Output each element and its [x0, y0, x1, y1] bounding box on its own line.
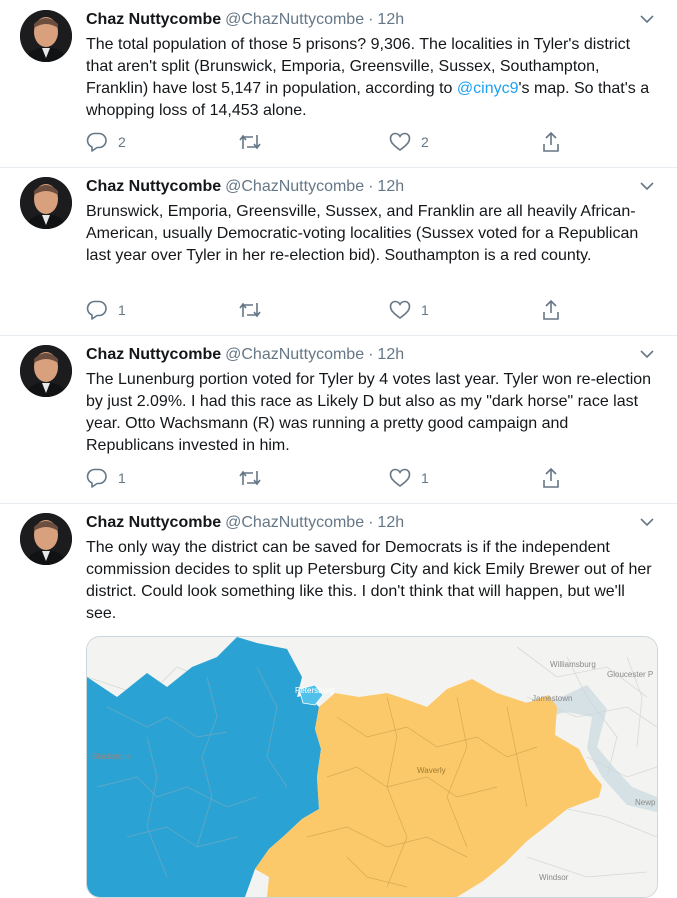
like-icon	[389, 300, 411, 319]
timestamp[interactable]: 12h	[377, 11, 404, 28]
timestamp[interactable]: 12h	[377, 346, 404, 363]
like-icon	[389, 468, 411, 487]
mention-link[interactable]: @cinyc9	[457, 80, 519, 97]
author-handle[interactable]: @ChazNuttycombe	[225, 178, 364, 195]
map-image[interactable]: Williamsburg Gloucester P Jamestown Blac…	[86, 636, 658, 898]
share-button[interactable]	[541, 130, 561, 154]
district-map: Williamsburg Gloucester P Jamestown Blac…	[87, 637, 657, 897]
like-count: 1	[421, 302, 429, 318]
share-icon	[543, 299, 559, 320]
caret-down-icon[interactable]	[637, 513, 657, 531]
tweet-text: Brunswick, Emporia, Greensville, Sussex,…	[86, 203, 639, 264]
separator-dot: ·	[368, 346, 374, 363]
reply-icon	[86, 132, 107, 152]
author-name[interactable]: Chaz Nuttycombe	[86, 514, 221, 531]
tweet-header: Chaz Nuttycombe @ChazNuttycombe · 12h	[86, 513, 404, 533]
caret-down-icon[interactable]	[637, 345, 657, 363]
action-bar: 1 1	[86, 298, 566, 322]
like-count: 1	[421, 470, 429, 486]
map-label-petersburg: Petersburg	[295, 686, 334, 695]
like-button[interactable]: 2	[389, 130, 429, 154]
reply-icon	[86, 468, 107, 488]
tweet-text: The Lunenburg portion voted for Tyler by…	[86, 371, 652, 454]
avatar[interactable]	[20, 513, 72, 565]
like-button[interactable]: 1	[389, 466, 429, 490]
reply-icon	[86, 300, 107, 320]
timestamp[interactable]: 12h	[377, 178, 404, 195]
share-button[interactable]	[541, 298, 561, 322]
separator-dot: ·	[368, 178, 374, 195]
like-icon	[389, 132, 411, 151]
author-handle[interactable]: @ChazNuttycombe	[225, 514, 364, 531]
map-label-waverly: Waverly	[417, 766, 446, 775]
share-button[interactable]	[541, 466, 561, 490]
reply-count: 1	[118, 302, 126, 318]
author-handle[interactable]: @ChazNuttycombe	[225, 346, 364, 363]
like-button[interactable]: 1	[389, 298, 429, 322]
avatar[interactable]	[20, 10, 72, 62]
reply-button[interactable]: 1	[86, 466, 126, 490]
author-name[interactable]: Chaz Nuttycombe	[86, 346, 221, 363]
tweet[interactable]: Chaz Nuttycombe @ChazNuttycombe · 12h Bruns…	[0, 167, 677, 336]
avatar[interactable]	[20, 345, 72, 397]
avatar[interactable]	[20, 177, 72, 229]
map-label-gloucester: Gloucester P	[607, 670, 653, 679]
timestamp[interactable]: 12h	[377, 514, 404, 531]
reply-count: 1	[118, 470, 126, 486]
tweet-header: Chaz Nuttycombe @ChazNuttycombe · 12h	[86, 10, 404, 30]
share-icon	[543, 467, 559, 488]
reply-button[interactable]: 1	[86, 298, 126, 322]
map-label-blackstone: Blackstone	[92, 752, 132, 761]
retweet-icon	[239, 302, 261, 318]
retweet-icon	[239, 470, 261, 486]
caret-down-icon[interactable]	[637, 177, 657, 195]
map-label-newport: Newp	[635, 798, 656, 807]
tweet-text: The only way the district can be saved f…	[86, 539, 652, 622]
tweet-text: The total population of those 5 prisons?…	[86, 34, 656, 122]
author-name[interactable]: Chaz Nuttycombe	[86, 11, 221, 28]
tweet-header: Chaz Nuttycombe @ChazNuttycombe · 12h	[86, 345, 404, 365]
share-icon	[543, 131, 559, 152]
separator-dot: ·	[368, 514, 374, 531]
retweet-button[interactable]	[238, 298, 272, 322]
separator-dot: ·	[368, 11, 374, 28]
tweet[interactable]: Chaz Nuttycombe @ChazNuttycombe · 12h The t…	[0, 0, 677, 168]
author-name[interactable]: Chaz Nuttycombe	[86, 178, 221, 195]
tweet[interactable]: Chaz Nuttycombe @ChazNuttycombe · 12h The L…	[0, 335, 677, 504]
map-label-windsor: Windsor	[539, 873, 569, 882]
retweet-button[interactable]	[238, 466, 272, 490]
retweet-icon	[239, 134, 261, 150]
action-bar: 1 1	[86, 466, 566, 490]
tweet-header: Chaz Nuttycombe @ChazNuttycombe · 12h	[86, 177, 404, 197]
caret-down-icon[interactable]	[637, 10, 657, 28]
map-label-williamsburg: Williamsburg	[550, 660, 596, 669]
reply-count: 2	[118, 134, 126, 150]
author-handle[interactable]: @ChazNuttycombe	[225, 11, 364, 28]
like-count: 2	[421, 134, 429, 150]
reply-button[interactable]: 2	[86, 130, 126, 154]
retweet-button[interactable]	[238, 130, 272, 154]
action-bar: 2 2	[86, 130, 566, 154]
map-label-jamestown: Jamestown	[532, 694, 572, 703]
